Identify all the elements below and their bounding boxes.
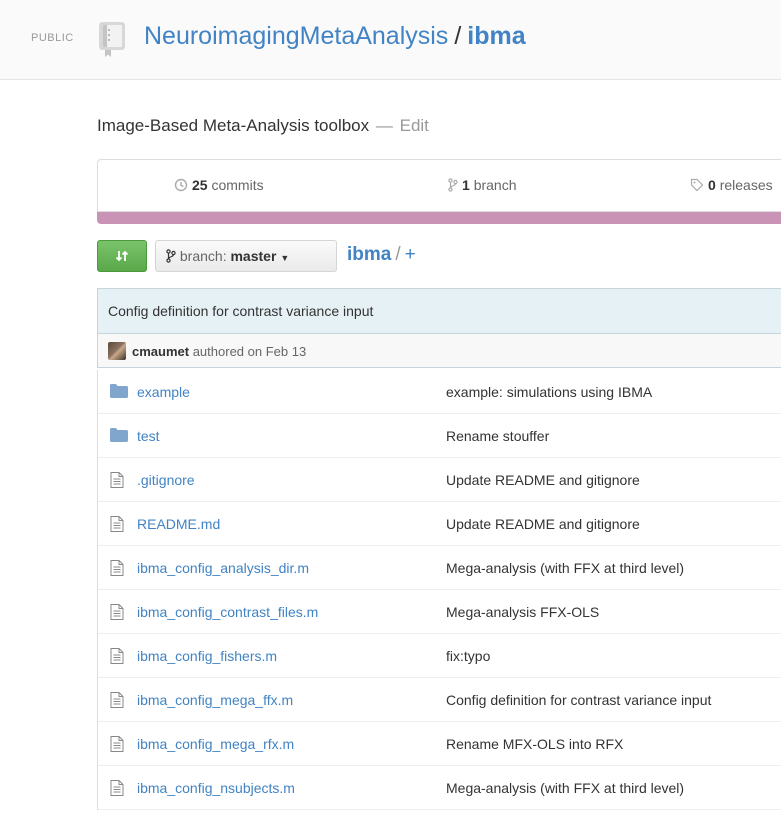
breadcrumb: ibma / + [347, 244, 416, 266]
file-commit-message[interactable]: Rename MFX-OLS into RFX [446, 736, 623, 752]
folder-icon [110, 428, 128, 442]
releases-link[interactable]: 0 releases [690, 177, 773, 193]
file-icon [110, 780, 124, 799]
file-name-link[interactable]: example [137, 384, 190, 400]
branch-icon [448, 178, 458, 192]
branches-count: 1 [462, 177, 470, 193]
commit-authored-date: authored on Feb 13 [192, 344, 307, 359]
file-commit-message[interactable]: example: simulations using IBMA [446, 384, 652, 400]
history-icon [174, 178, 188, 192]
repo-title-separator: / [454, 22, 462, 50]
compare-arrows-icon [115, 250, 129, 262]
repo-book-icon [99, 22, 125, 57]
branch-select-label: branch: [179, 248, 227, 264]
file-icon [110, 692, 124, 711]
table-row: test Rename stouffer [98, 414, 781, 458]
releases-label: releases [719, 177, 773, 193]
file-icon [110, 472, 124, 488]
file-icon [110, 604, 124, 623]
file-name-link[interactable]: ibma_config_analysis_dir.m [137, 560, 309, 576]
file-icon [110, 736, 124, 755]
branch-select-button[interactable]: branch: master ▼ [155, 240, 337, 272]
branch-select-value: master [230, 248, 277, 264]
branch-icon [166, 249, 176, 263]
file-icon [110, 560, 124, 579]
breadcrumb-separator: / [395, 244, 401, 265]
file-commit-message[interactable]: Rename stouffer [446, 428, 549, 444]
table-row: ibma_config_fishers.m fix:typo [98, 634, 781, 678]
file-commit-message[interactable]: Mega-analysis (with FFX at third level) [446, 780, 684, 796]
table-row: ibma_config_contrast_files.m Mega-analysi… [98, 590, 781, 634]
file-icon [110, 516, 124, 532]
file-name-link[interactable]: .gitignore [137, 472, 195, 488]
table-row: ibma_config_analysis_dir.m Mega-analysis … [98, 546, 781, 590]
table-row: ibma_config_mega_ffx.m Config definition … [98, 678, 781, 722]
commits-label: commits [211, 177, 264, 193]
new-file-link[interactable]: + [405, 244, 416, 265]
file-icon [110, 648, 124, 664]
file-commit-message[interactable]: Update README and gitignore [446, 472, 640, 488]
compare-button[interactable] [97, 240, 147, 272]
table-row: example example: simulations using IBMA [98, 370, 781, 414]
folder-icon [110, 428, 128, 445]
numbers-summary: 25 commits 1 branch 0 releases [97, 159, 781, 212]
repo-title: NeuroimagingMetaAnalysis / ibma [144, 22, 526, 51]
commit-message[interactable]: Config definition for contrast variance … [98, 289, 781, 334]
branches-label: branch [473, 177, 517, 193]
table-row: README.md Update README and gitignore [98, 502, 781, 546]
file-commit-message[interactable]: fix:typo [446, 648, 490, 664]
table-row: ibma_config_mega_rfx.m Rename MFX-OLS int… [98, 722, 781, 766]
language-bar[interactable] [97, 212, 781, 224]
file-icon [110, 472, 124, 491]
commit-author-link[interactable]: cmaumet [132, 344, 189, 359]
branches-link[interactable]: 1 branch [448, 177, 517, 193]
file-name-link[interactable]: ibma_config_mega_rfx.m [137, 736, 294, 752]
visibility-label: PUBLIC [31, 32, 74, 44]
edit-description-link[interactable]: Edit [400, 116, 429, 135]
file-name-link[interactable]: ibma_config_fishers.m [137, 648, 277, 664]
file-commit-message[interactable]: Update README and gitignore [446, 516, 640, 532]
file-commit-message[interactable]: Mega-analysis (with FFX at third level) [446, 560, 684, 576]
latest-commit: Config definition for contrast variance … [97, 288, 781, 368]
releases-count: 0 [708, 177, 716, 193]
table-row: ibma_config_nsubjects.m Mega-analysis (wi… [98, 766, 781, 810]
file-list: example example: simulations using IBMA te… [97, 370, 781, 810]
file-icon [110, 692, 124, 708]
file-commit-message[interactable]: Config definition for contrast variance … [446, 692, 711, 708]
file-icon [110, 560, 124, 576]
file-name-link[interactable]: README.md [137, 516, 220, 532]
folder-icon [110, 384, 128, 398]
chevron-down-icon: ▼ [280, 253, 290, 263]
file-name-link[interactable]: ibma_config_contrast_files.m [137, 604, 318, 620]
repo-description: Image-Based Meta-Analysis toolbox — Edit [97, 116, 429, 136]
tag-icon [690, 178, 704, 192]
file-name-link[interactable]: ibma_config_nsubjects.m [137, 780, 295, 796]
file-icon [110, 648, 124, 667]
folder-icon [110, 384, 128, 401]
commits-count: 25 [192, 177, 208, 193]
repo-header: PUBLIC NeuroimagingMetaAnalysis / ibma [0, 0, 781, 80]
file-icon [110, 516, 124, 535]
commits-link[interactable]: 25 commits [174, 177, 264, 193]
repo-name-link[interactable]: ibma [467, 22, 525, 50]
file-name-link[interactable]: test [137, 428, 160, 444]
commit-meta: cmaumet authored on Feb 13 [98, 334, 781, 367]
file-name-link[interactable]: ibma_config_mega_ffx.m [137, 692, 293, 708]
file-icon [110, 736, 124, 752]
file-commit-message[interactable]: Mega-analysis FFX-OLS [446, 604, 599, 620]
file-icon [110, 780, 124, 796]
file-icon [110, 604, 124, 620]
breadcrumb-root-link[interactable]: ibma [347, 244, 391, 265]
description-dash: — [375, 116, 393, 135]
repo-owner-link[interactable]: NeuroimagingMetaAnalysis [144, 22, 448, 50]
table-row: .gitignore Update README and gitignore [98, 458, 781, 502]
avatar[interactable] [108, 342, 126, 360]
description-text: Image-Based Meta-Analysis toolbox [97, 116, 370, 135]
